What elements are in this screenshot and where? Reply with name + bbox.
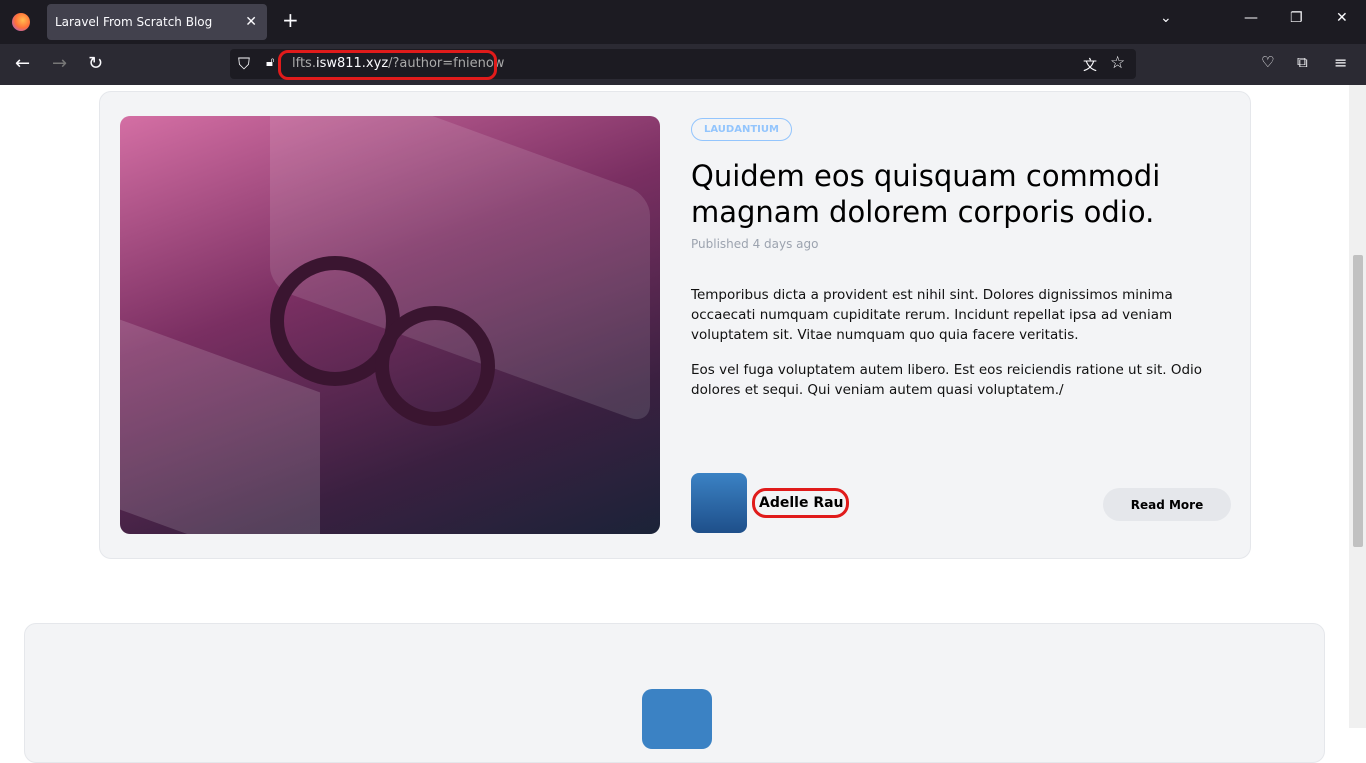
scrollbar-thumb[interactable] bbox=[1353, 255, 1363, 547]
shield-icon[interactable]: ⛉ bbox=[238, 54, 250, 74]
tab-active[interactable]: Laravel From Scratch Blog ✕ bbox=[47, 4, 267, 40]
post-card bbox=[24, 623, 1325, 763]
excerpt-paragraph: Temporibus dicta a provident est nihil s… bbox=[691, 287, 1173, 343]
extensions-icon[interactable]: ⧉ bbox=[1297, 53, 1308, 71]
restore-icon[interactable]: ❐ bbox=[1290, 10, 1303, 26]
scrollbar[interactable] bbox=[1349, 85, 1366, 728]
pocket-icon[interactable]: ♡ bbox=[1261, 53, 1274, 71]
post-image bbox=[642, 689, 712, 749]
tab-bar: Laravel From Scratch Blog ✕ + ⌄ — ❐ ✕ bbox=[0, 0, 1366, 44]
read-more-button[interactable]: Read More bbox=[1103, 488, 1231, 521]
back-icon[interactable]: ← bbox=[15, 53, 30, 74]
annotation-author bbox=[752, 488, 849, 518]
post-excerpt: Temporibus dicta a provident est nihil s… bbox=[691, 285, 1236, 415]
close-tab-icon[interactable]: ✕ bbox=[245, 4, 257, 40]
post-title[interactable]: Quidem eos quisquam commodi magnam dolor… bbox=[691, 158, 1211, 230]
close-window-icon[interactable]: ✕ bbox=[1336, 10, 1348, 26]
annotation-url bbox=[278, 50, 497, 80]
firefox-icon[interactable] bbox=[12, 13, 30, 31]
lock-insecure-icon[interactable]: 🔓︎ bbox=[266, 55, 274, 70]
featured-post-card: LAUDANTIUM Quidem eos quisquam commodi m… bbox=[99, 91, 1251, 559]
translate-icon[interactable]: 文 bbox=[1083, 55, 1097, 75]
post-image bbox=[120, 116, 660, 534]
author-avatar bbox=[691, 473, 747, 533]
menu-icon[interactable]: ≡ bbox=[1334, 53, 1347, 72]
new-tab-icon[interactable]: + bbox=[282, 8, 299, 32]
excerpt-paragraph: Eos vel fuga voluptatem autem libero. Es… bbox=[691, 362, 1203, 398]
tab-title: Laravel From Scratch Blog bbox=[55, 15, 213, 29]
nav-bar: ← → ↻ ⛉ 🔓︎ lfts.isw811.xyz/?author=fnien… bbox=[0, 44, 1366, 85]
category-badge[interactable]: LAUDANTIUM bbox=[691, 118, 792, 141]
published-date: Published 4 days ago bbox=[691, 237, 819, 251]
forward-icon[interactable]: → bbox=[52, 53, 67, 74]
minimize-icon[interactable]: — bbox=[1244, 10, 1258, 26]
list-tabs-icon[interactable]: ⌄ bbox=[1160, 10, 1172, 26]
bookmark-star-icon[interactable]: ☆ bbox=[1110, 53, 1125, 73]
reload-icon[interactable]: ↻ bbox=[88, 53, 103, 74]
